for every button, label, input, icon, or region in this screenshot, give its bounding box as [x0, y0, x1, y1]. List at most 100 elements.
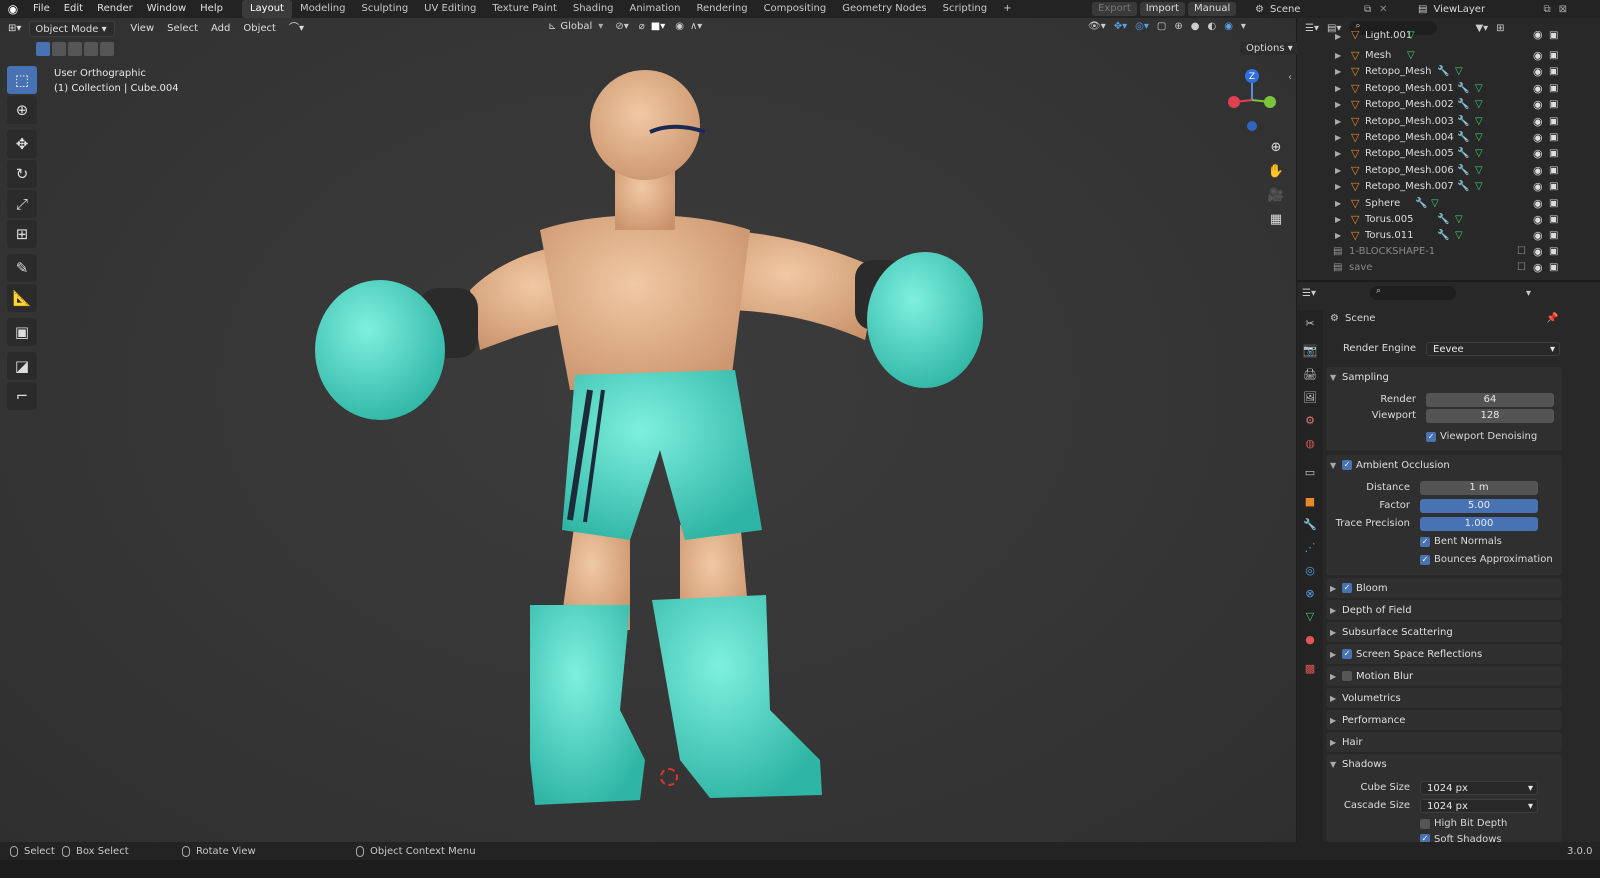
- outliner-item[interactable]: ▶ ▽ Retopo_Mesh.007 🔧 ▽ ◉ ▣: [1297, 179, 1600, 195]
- select-new-icon[interactable]: [36, 42, 50, 56]
- mesh-data-icon[interactable]: ▽: [1455, 214, 1463, 225]
- modifier-tab-icon[interactable]: 🔧: [1303, 518, 1317, 532]
- collection-tab-icon[interactable]: ▭: [1303, 466, 1317, 480]
- expand-arrow-icon[interactable]: ▶: [1335, 166, 1341, 175]
- outliner-item[interactable]: ▶ ▽ Retopo_Mesh.006 🔧 ▽ ◉ ▣: [1297, 162, 1600, 178]
- outliner-item[interactable]: ▶ ▽ Retopo_Mesh.002 🔧 ▽ ◉ ▣: [1297, 97, 1600, 113]
- ao-trace-field[interactable]: 1.000: [1420, 517, 1538, 531]
- high-bit-depth-checkbox[interactable]: High Bit Depth: [1420, 818, 1507, 829]
- bent-normals-checkbox[interactable]: ✓ Bent Normals: [1420, 536, 1502, 547]
- mesh-data-icon[interactable]: ▽: [1407, 50, 1415, 61]
- expand-arrow-icon[interactable]: ▶: [1335, 67, 1341, 76]
- render-camera-icon[interactable]: ▣: [1549, 83, 1558, 94]
- expand-arrow-icon[interactable]: ▶: [1335, 117, 1341, 126]
- tab-modeling[interactable]: Modeling: [292, 0, 354, 18]
- proportional-icon[interactable]: ◉: [675, 21, 684, 32]
- options-button[interactable]: Options ▾: [1240, 42, 1299, 55]
- expand-arrow-icon[interactable]: ▶: [1335, 149, 1341, 158]
- modifier-wrench-icon[interactable]: 🔧: [1457, 148, 1469, 159]
- ao-enable-checkbox[interactable]: ✓: [1342, 460, 1352, 470]
- object-tab-icon[interactable]: ■: [1303, 495, 1317, 509]
- modifier-wrench-icon[interactable]: 🔧: [1457, 99, 1469, 110]
- menu-window[interactable]: Window: [140, 0, 193, 18]
- properties-options-icon[interactable]: ▾: [1526, 288, 1531, 299]
- physics-tab-icon[interactable]: ◎: [1303, 564, 1317, 578]
- tab-compositing[interactable]: Compositing: [756, 0, 835, 18]
- menu-object[interactable]: Object: [238, 21, 281, 37]
- select-extend-icon[interactable]: [52, 42, 66, 56]
- snap-toggle-icon[interactable]: ⌀: [639, 21, 645, 32]
- menu-add[interactable]: Add: [206, 21, 235, 37]
- render-camera-icon[interactable]: ▣: [1549, 262, 1558, 273]
- tab-animation[interactable]: Animation: [622, 0, 689, 18]
- scene-selector[interactable]: ⚙ Scene ⧉ ✕: [1255, 0, 1388, 18]
- world-tab-icon[interactable]: ◍: [1303, 437, 1317, 451]
- menu-select[interactable]: Select: [162, 21, 203, 37]
- modifier-wrench-icon[interactable]: 🔧: [1437, 214, 1449, 225]
- particles-tab-icon[interactable]: ⋰: [1303, 541, 1317, 555]
- ao-header[interactable]: ▼ ✓ Ambient Occlusion: [1326, 455, 1562, 475]
- data-tab-icon[interactable]: ▽: [1303, 610, 1317, 624]
- blender-logo-icon[interactable]: ◉: [6, 2, 20, 16]
- ssr-panel[interactable]: ▶ ✓ Screen Space Reflections: [1326, 644, 1562, 664]
- modifier-wrench-icon[interactable]: 🔧: [1457, 165, 1469, 176]
- render-camera-icon[interactable]: ▣: [1549, 132, 1558, 143]
- tab-scripting[interactable]: Scripting: [935, 0, 995, 18]
- rotate-tool-icon[interactable]: ↻: [7, 160, 37, 188]
- solid-shading-icon[interactable]: ●: [1191, 21, 1200, 32]
- exclude-checkbox[interactable]: ☐: [1517, 246, 1526, 257]
- mesh-data-icon[interactable]: ▽: [1431, 198, 1439, 209]
- render-samples-field[interactable]: 64: [1426, 393, 1554, 407]
- pan-hand-icon[interactable]: ✋: [1265, 160, 1287, 182]
- render-camera-icon[interactable]: ▣: [1549, 31, 1558, 41]
- visibility-eye-icon[interactable]: ◉: [1533, 115, 1543, 128]
- copy-layer-icon[interactable]: ⧉: [1543, 4, 1550, 15]
- select-invert-icon[interactable]: [84, 42, 98, 56]
- import-button[interactable]: Import: [1139, 2, 1185, 16]
- mesh-data-icon[interactable]: ▽: [1455, 230, 1463, 241]
- wireframe-shading-icon[interactable]: ⊕: [1174, 21, 1182, 32]
- outliner-item[interactable]: ▶ ▽ Torus.005 🔧 ▽ ◉ ▣: [1297, 211, 1600, 227]
- snap-icon[interactable]: ⌒▾: [284, 21, 309, 37]
- visibility-eye-icon[interactable]: ◉: [1533, 31, 1543, 41]
- outliner-item[interactable]: ▶ ▽ Retopo_Mesh 🔧 ▽ ◉ ▣: [1297, 64, 1600, 80]
- mode-dropdown[interactable]: Object Mode ▾: [29, 21, 116, 37]
- visibility-eye-icon[interactable]: ◉: [1533, 147, 1543, 160]
- collapse-sidebar-icon[interactable]: ‹: [1288, 72, 1292, 83]
- visibility-eye-icon[interactable]: ◉: [1533, 82, 1543, 95]
- mesh-data-icon[interactable]: ▽: [1455, 66, 1463, 77]
- add-workspace-button[interactable]: +: [995, 0, 1019, 18]
- view-layer-tab-icon[interactable]: 🖼: [1303, 391, 1317, 405]
- move-tool-icon[interactable]: ✥: [7, 130, 37, 158]
- copy-icon[interactable]: ⧉: [1364, 4, 1371, 15]
- menu-edit[interactable]: Edit: [57, 0, 90, 18]
- ao-distance-field[interactable]: 1 m: [1420, 481, 1538, 495]
- shrink-tool-icon[interactable]: ◪: [7, 352, 37, 380]
- overlay-icon[interactable]: ◎▾: [1135, 21, 1149, 32]
- hair-panel[interactable]: ▶ Hair: [1326, 732, 1562, 752]
- modifier-wrench-icon[interactable]: 🔧: [1437, 230, 1449, 241]
- outliner-item[interactable]: ▶ ▽ Retopo_Mesh.004 🔧 ▽ ◉ ▣: [1297, 129, 1600, 145]
- dof-panel[interactable]: ▶ Depth of Field: [1326, 600, 1562, 620]
- ssr-checkbox[interactable]: ✓: [1342, 649, 1352, 659]
- measure-tool-icon[interactable]: 📐: [7, 284, 37, 312]
- outliner-item[interactable]: ▶ ▽ Mesh ▽ ◉ ▣: [1297, 47, 1600, 63]
- expand-arrow-icon[interactable]: ▶: [1335, 231, 1341, 240]
- falloff-icon[interactable]: ∧▾: [690, 21, 702, 32]
- pivot-icon[interactable]: ⊘▾: [615, 21, 628, 32]
- visibility-eye-icon[interactable]: ◉: [1533, 164, 1543, 177]
- menu-view[interactable]: View: [125, 21, 159, 37]
- sss-panel[interactable]: ▶ Subsurface Scattering: [1326, 622, 1562, 642]
- xray-icon[interactable]: ▢: [1157, 21, 1166, 32]
- visibility-eye-icon[interactable]: ◉: [1533, 49, 1543, 62]
- mesh-data-icon[interactable]: ▽: [1475, 165, 1483, 176]
- render-camera-icon[interactable]: ▣: [1549, 116, 1558, 127]
- visibility-eye-icon[interactable]: ◉: [1533, 261, 1543, 274]
- render-camera-icon[interactable]: ▣: [1549, 99, 1558, 110]
- volumetrics-panel[interactable]: ▶ Volumetrics: [1326, 688, 1562, 708]
- zoom-icon[interactable]: ⊕: [1265, 136, 1287, 158]
- modifier-wrench-icon[interactable]: 🔧: [1437, 66, 1449, 77]
- expand-arrow-icon[interactable]: ▶: [1335, 100, 1341, 109]
- viewlayer-selector[interactable]: ▤ ViewLayer ⧉ ⊠: [1418, 0, 1567, 18]
- outliner-item[interactable]: ▶ ▽ Torus.011 🔧 ▽ ◉ ▣: [1297, 228, 1600, 244]
